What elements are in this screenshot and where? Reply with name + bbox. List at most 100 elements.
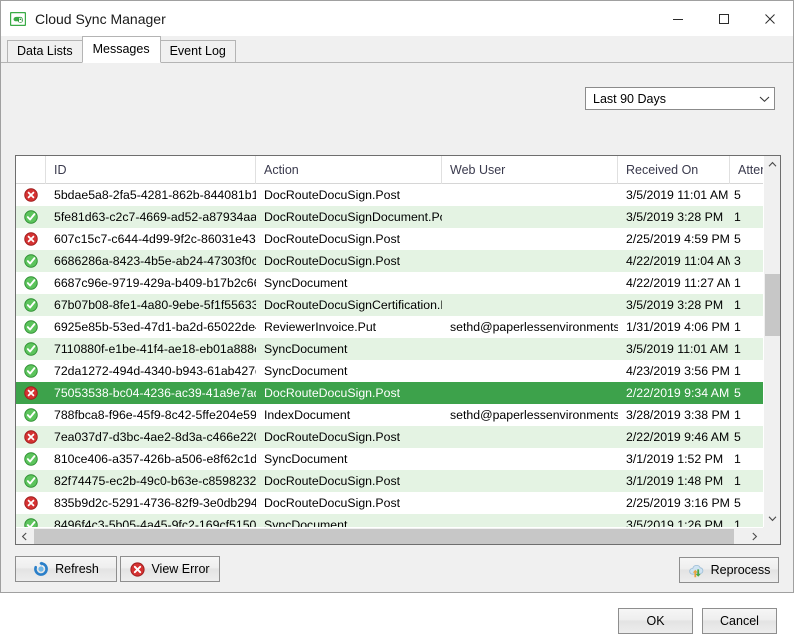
window-controls	[655, 1, 793, 36]
cloud-sync-manager-window: Cloud Sync Manager Data Lists Messages E…	[0, 0, 794, 634]
table-row[interactable]: 788fbca8-f96e-45f9-8c42-5ffe204e5929 Inde…	[16, 404, 763, 426]
row-status-icon	[16, 316, 46, 338]
cell-web-user	[442, 448, 618, 470]
success-icon	[24, 342, 38, 356]
minimize-button[interactable]	[655, 1, 701, 36]
cell-action: DocRouteDocuSign.Post	[264, 188, 401, 202]
cell-received-on: 3/5/2019 3:28 PM	[626, 210, 724, 224]
cell-web-user	[442, 360, 618, 382]
tab-event-log[interactable]: Event Log	[159, 40, 236, 63]
table-row[interactable]: 75053538-bc04-4236-ac39-41a9e7ad5514 DocR…	[16, 382, 763, 404]
cell-action: DocRouteDocuSignDocument.Post	[264, 210, 442, 224]
ok-button[interactable]: OK	[618, 608, 693, 634]
column-header-status[interactable]	[16, 156, 46, 184]
row-status-icon	[16, 360, 46, 382]
cell-attempts: 5	[734, 232, 741, 246]
cell-action: SyncDocument	[264, 452, 348, 466]
row-status-icon	[16, 404, 46, 426]
scroll-up-button[interactable]	[764, 156, 780, 173]
cell-attempts: 1	[734, 452, 741, 466]
table-row[interactable]: 810ce406-a357-426b-a506-e8f62c1da1d9 Sync…	[16, 448, 763, 470]
cell-web-user	[442, 228, 618, 250]
close-button[interactable]	[747, 1, 793, 36]
cell-id: 6686286a-8423-4b5e-ab24-47303f0cd2a7	[54, 254, 256, 268]
refresh-button[interactable]: Refresh	[15, 556, 117, 582]
tab-strip: Data Lists Messages Event Log	[1, 36, 793, 63]
cell-attempts: 1	[734, 210, 741, 224]
success-icon	[24, 364, 38, 378]
table-row[interactable]: 6686286a-8423-4b5e-ab24-47303f0cd2a7 DocR…	[16, 250, 763, 272]
horizontal-scrollbar[interactable]	[16, 527, 763, 544]
row-status-icon	[16, 250, 46, 272]
horizontal-scroll-thumb[interactable]	[34, 529, 734, 544]
cell-web-user	[442, 294, 618, 316]
cell-action: DocRouteDocuSignCertification.Post	[264, 298, 442, 312]
table-row[interactable]: 5bdae5a8-2fa5-4281-862b-844081b1ebe6 DocR…	[16, 184, 763, 206]
table-row[interactable]: 6925e85b-53ed-47d1-ba2d-65022de48238 Revi…	[16, 316, 763, 338]
window-title: Cloud Sync Manager	[35, 10, 166, 27]
column-header-attempts[interactable]: Attempt	[730, 156, 763, 184]
cell-action: SyncDocument	[264, 518, 348, 527]
cell-web-user	[442, 426, 618, 448]
table-row[interactable]: 67b07b08-8fe1-4a80-9ebe-5f1f55633177 DocR…	[16, 294, 763, 316]
table-row[interactable]: 72da1272-494d-4340-b943-61ab427dc4b0 Sync…	[16, 360, 763, 382]
cancel-button[interactable]: Cancel	[702, 608, 777, 634]
cell-action: DocRouteDocuSign.Post	[264, 254, 401, 268]
cell-attempts: 1	[734, 276, 741, 290]
table-row[interactable]: 5fe81d63-c2c7-4669-ad52-a87934aac49c DocR…	[16, 206, 763, 228]
vertical-scrollbar[interactable]	[763, 156, 780, 527]
messages-grid: ID Action Web User Received On Attempt 5…	[15, 155, 781, 545]
cell-web-user	[442, 514, 618, 527]
table-row[interactable]: 6687c96e-9719-429a-b409-b17b2c66b789 Sync…	[16, 272, 763, 294]
cancel-label: Cancel	[720, 614, 759, 628]
column-header-received-on[interactable]: Received On	[618, 156, 730, 184]
chevron-down-icon	[754, 95, 774, 103]
cell-id: 82f74475-ec2b-49c0-b63e-c8598232932b	[54, 474, 256, 488]
reprocess-button[interactable]: Reprocess	[679, 557, 779, 583]
success-icon	[24, 298, 38, 312]
cell-action: SyncDocument	[264, 364, 348, 378]
column-header-action[interactable]: Action	[256, 156, 442, 184]
tab-messages[interactable]: Messages	[81, 36, 161, 63]
column-header-id[interactable]: ID	[46, 156, 256, 184]
view-error-button[interactable]: View Error	[120, 556, 220, 582]
chevron-down-icon	[768, 516, 777, 522]
maximize-button[interactable]	[701, 1, 747, 36]
success-icon	[24, 210, 38, 224]
table-row[interactable]: 8496f4c3-5b05-4a45-9fc2-169cf5150169 Sync…	[16, 514, 763, 527]
tab-data-lists[interactable]: Data Lists	[7, 40, 83, 63]
table-row[interactable]: 835b9d2c-5291-4736-82f9-3e0db294628f DocR…	[16, 492, 763, 514]
success-icon	[24, 254, 38, 268]
table-row[interactable]: 82f74475-ec2b-49c0-b63e-c8598232932b DocR…	[16, 470, 763, 492]
vertical-scroll-thumb[interactable]	[765, 274, 780, 336]
row-status-icon	[16, 272, 46, 294]
table-row[interactable]: 7ea037d7-d3bc-4ae2-8d3a-c466e220d1f5 DocR…	[16, 426, 763, 448]
scroll-right-button[interactable]	[746, 528, 763, 544]
chevron-right-icon	[752, 532, 758, 541]
row-status-icon	[16, 492, 46, 514]
column-header-web-user[interactable]: Web User	[442, 156, 618, 184]
cell-attempts: 5	[734, 496, 741, 510]
cell-web-user: sethd@paperlessenvironments.com	[450, 408, 618, 422]
grid-header-row: ID Action Web User Received On Attempt	[16, 156, 763, 184]
table-row[interactable]: 7110880f-e1be-41f4-ae18-eb01a888cb65 Sync…	[16, 338, 763, 360]
scroll-down-button[interactable]	[764, 510, 780, 527]
chevron-left-icon	[21, 532, 27, 541]
date-range-dropdown[interactable]: Last 90 Days	[585, 87, 775, 110]
minimize-icon	[673, 18, 683, 20]
cell-received-on: 3/5/2019 3:28 PM	[626, 298, 724, 312]
row-status-icon	[16, 228, 46, 250]
cloud-lock-icon	[9, 10, 27, 28]
table-row[interactable]: 607c15c7-c644-4d99-9f2c-86031e431d61 DocR…	[16, 228, 763, 250]
cell-received-on: 2/22/2019 9:46 AM	[626, 430, 730, 444]
cell-attempts: 1	[734, 298, 741, 312]
scroll-left-button[interactable]	[16, 528, 33, 544]
ok-label: OK	[646, 614, 665, 628]
success-icon	[24, 518, 38, 527]
cell-id: 6687c96e-9719-429a-b409-b17b2c66b789	[54, 276, 256, 290]
cell-id: 607c15c7-c644-4d99-9f2c-86031e431d61	[54, 232, 256, 246]
cell-received-on: 3/28/2019 3:38 PM	[626, 408, 730, 422]
cell-web-user	[442, 250, 618, 272]
cell-id: 5fe81d63-c2c7-4669-ad52-a87934aac49c	[54, 210, 256, 224]
filter-row: Last 90 Days	[585, 87, 775, 110]
